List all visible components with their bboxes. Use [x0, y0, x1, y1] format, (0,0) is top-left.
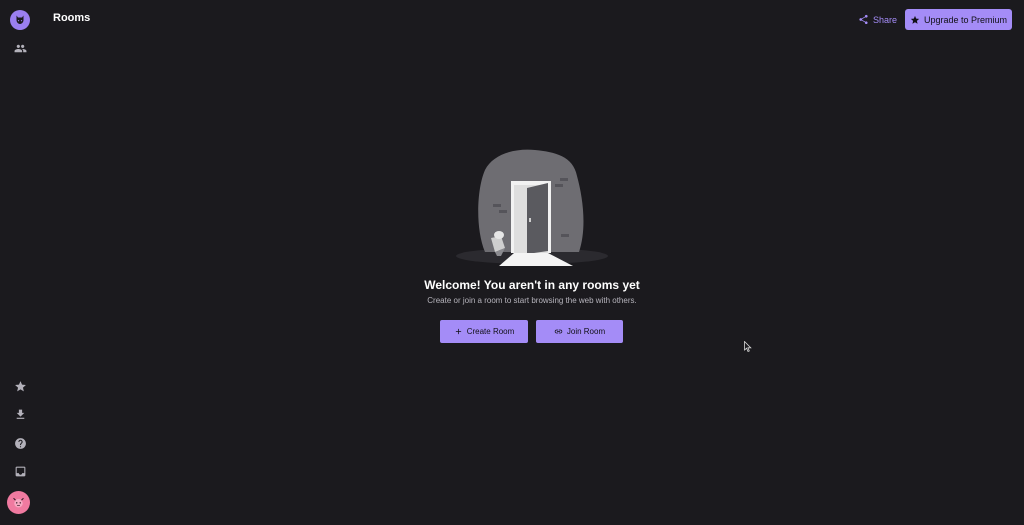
star-icon — [910, 15, 920, 24]
mouse-cursor-icon — [744, 341, 752, 352]
share-icon — [859, 14, 868, 25]
avatar[interactable] — [7, 491, 30, 514]
help-icon[interactable] — [8, 431, 32, 455]
plus-icon — [455, 328, 461, 335]
upgrade-premium-button[interactable]: Upgrade to Premium — [905, 9, 1012, 30]
premium-label: Upgrade to Premium — [923, 14, 1008, 25]
open-door-illustration — [456, 149, 608, 266]
empty-state-heading: Welcome! You aren't in any rooms yet — [424, 278, 640, 292]
create-room-button[interactable]: Create Room — [440, 320, 528, 343]
empty-state-subtitle: Create or join a room to start browsing … — [427, 296, 637, 305]
join-room-label: Join Room — [566, 327, 606, 336]
share-button[interactable]: Share — [858, 10, 897, 29]
page-title: Rooms — [53, 12, 91, 24]
people-icon[interactable] — [8, 36, 32, 60]
share-label: Share — [873, 14, 898, 25]
logo-icon[interactable] — [10, 10, 30, 30]
link-icon — [554, 329, 563, 334]
star-icon[interactable] — [8, 374, 32, 398]
join-room-button[interactable]: Join Room — [536, 320, 623, 343]
app-window: Rooms Share Upgrade to Premium Welcome! … — [0, 0, 1024, 525]
inbox-icon[interactable] — [8, 459, 32, 483]
create-room-label: Create Room — [466, 327, 515, 336]
download-icon[interactable] — [8, 402, 32, 426]
sidebar — [0, 0, 40, 525]
